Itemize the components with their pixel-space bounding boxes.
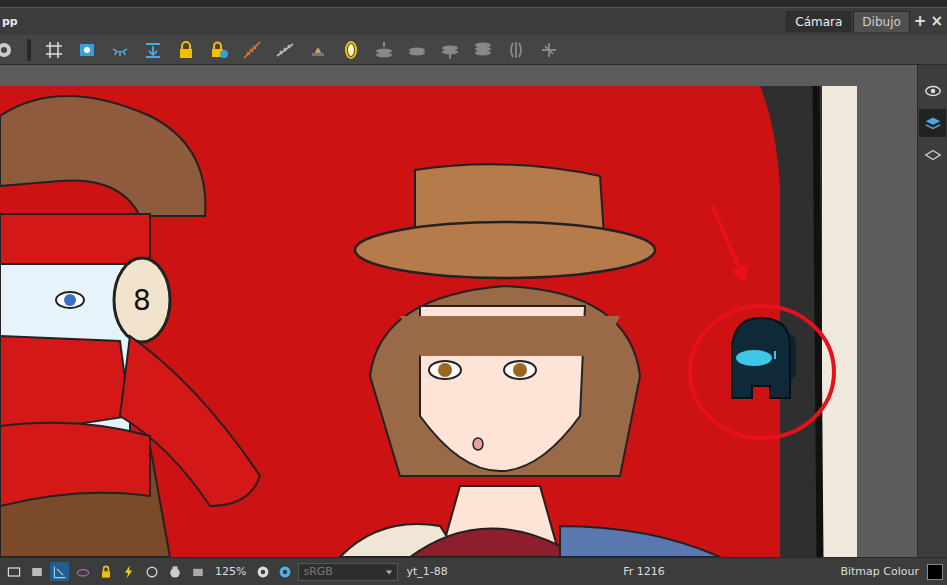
mirror-icon[interactable] [341,40,361,60]
closed-eye-icon[interactable] [110,40,130,60]
status-toggle[interactable] [50,562,69,581]
toolbar-separator [27,39,31,61]
layer-flat-icon[interactable] [407,40,427,60]
camera-viewport[interactable]: 8 [0,65,917,557]
current-color-swatch[interactable] [927,564,943,580]
view-title-bar: pp CámaraDibujo +× [0,8,947,35]
layer-down-icon[interactable] [440,40,460,60]
grid-icon[interactable] [44,40,64,60]
preview-icon[interactable] [29,564,45,580]
view-tab[interactable]: Cámara [786,11,851,32]
side-panel-button[interactable] [919,77,946,105]
status-toggle[interactable] [165,562,184,581]
brush-view-icon[interactable] [75,564,91,580]
camera-view-icon[interactable] [52,564,68,580]
harmony-window: pp CámaraDibujo +× 8 125% sRGB yt_1-88 Fr 1216 B… [0,0,947,585]
rotate-icon[interactable] [539,40,559,60]
frame-icon[interactable] [6,564,22,580]
status-toggle[interactable] [27,562,46,581]
status-toggle[interactable] [73,562,92,581]
status-toggle[interactable] [4,562,23,581]
rotate-view-icon[interactable] [144,564,160,580]
dropdown-arrow-icon[interactable] [385,568,393,576]
lock-icon[interactable] [176,40,196,60]
layers-icon[interactable] [924,114,942,132]
status-toggle[interactable] [119,562,138,581]
light-table-icon[interactable] [275,40,295,60]
side-panel [917,65,947,557]
camera-mask-icon[interactable] [77,40,97,60]
main-area: 8 [0,65,947,557]
import-icon[interactable] [143,40,163,60]
side-panel-button[interactable] [919,109,946,137]
artwork-canvas[interactable]: 8 [0,86,857,557]
lock-view-icon[interactable] [98,564,114,580]
layer-stack-icon[interactable] [473,40,493,60]
top-strip [0,0,947,8]
highlight-circle-icon [690,306,834,438]
color-space-value: sRGB [303,565,332,578]
status-toggle[interactable] [188,562,207,581]
render-icon[interactable] [167,564,183,580]
onion-skin-icon[interactable] [242,40,262,60]
stamp-icon[interactable] [308,40,328,60]
lock-add-icon[interactable] [209,40,229,60]
view-toolbar [0,35,947,65]
tab-action-button[interactable]: + [914,14,927,29]
drawing-name: yt_1-88 [402,565,451,578]
svg-text:8: 8 [133,284,151,317]
eye-icon[interactable] [924,82,942,100]
flip-icon[interactable] [506,40,526,60]
gear-icon[interactable] [0,40,14,60]
zoom-level[interactable]: 125% [211,565,250,578]
side-panel-button[interactable] [919,141,946,169]
frame-number: Fr 1216 [619,565,669,578]
layer-up-icon[interactable] [374,40,394,60]
view-tab[interactable]: Dibujo [853,11,909,32]
status-toggle[interactable] [96,562,115,581]
gear-icon[interactable] [254,563,272,581]
film-icon[interactable] [190,564,206,580]
layer-type: Bitmap Colour [836,565,923,578]
diamond-icon[interactable] [924,146,942,164]
tab-action-button[interactable]: × [930,14,943,29]
status-toggle[interactable] [142,562,161,581]
status-bar: 125% sRGB yt_1-88 Fr 1216 Bitmap Colour [0,557,947,585]
color-space-field[interactable]: sRGB [298,563,398,581]
gear-colour-icon[interactable] [276,563,294,581]
flash-icon[interactable] [121,564,137,580]
view-title: pp [2,15,18,28]
